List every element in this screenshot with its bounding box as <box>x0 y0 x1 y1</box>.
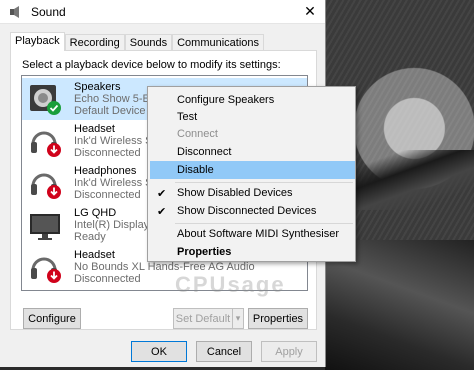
device-name: Headset <box>74 123 115 135</box>
tab-recording[interactable]: Recording <box>64 34 125 51</box>
wallpaper-shape <box>345 150 474 210</box>
device-status: Ready <box>74 231 106 243</box>
speaker-icon <box>8 4 24 20</box>
menu-item-label: Show Disabled Devices <box>177 187 293 199</box>
configure-button[interactable]: Configure <box>23 308 81 329</box>
checkmark-icon: ✔ <box>157 205 167 218</box>
device-name: Headphones <box>74 165 137 177</box>
device-name: Headset <box>74 249 115 261</box>
menu-item-label: Properties <box>177 246 232 258</box>
tab-communications[interactable]: Communications <box>172 34 265 51</box>
device-status: Disconnected <box>74 147 141 159</box>
menu-item-configure-speakers[interactable]: Configure Speakers <box>150 91 355 109</box>
menu-item-label: Test <box>177 111 198 123</box>
cancel-button[interactable]: Cancel <box>196 341 252 362</box>
menu-item-show-disconnected-devices[interactable]: ✔ Show Disconnected Devices <box>150 202 355 220</box>
menu-item-label: Disconnect <box>177 146 232 158</box>
speaker-icon <box>28 82 62 116</box>
tab-sounds[interactable]: Sounds <box>124 34 173 51</box>
chevron-down-icon[interactable]: ▾ <box>232 308 244 329</box>
instruction-text: Select a playback device below to modify… <box>22 59 281 71</box>
device-name: Speakers <box>74 81 121 93</box>
menu-item-label: Configure Speakers <box>177 94 275 106</box>
checkmark-icon: ✔ <box>157 187 167 200</box>
apply-button[interactable]: Apply <box>261 341 317 362</box>
menu-item-label: Connect <box>177 128 218 140</box>
device-status: Disconnected <box>74 189 141 201</box>
menu-item-disable[interactable]: Disable <box>150 161 355 179</box>
close-button[interactable]: ✕ <box>295 0 325 24</box>
menu-item-test[interactable]: Test <box>150 108 355 126</box>
headphones-icon <box>28 166 62 200</box>
ok-button[interactable]: OK <box>131 341 187 362</box>
menu-separator <box>175 182 353 183</box>
menu-item-properties[interactable]: Properties <box>150 243 355 261</box>
menu-item-label: About Software MIDI Synthesiser <box>177 228 340 240</box>
menu-item-about-midi[interactable]: About Software MIDI Synthesiser <box>150 225 355 243</box>
tab-playback[interactable]: Playback <box>10 32 65 51</box>
tab-strip: Playback Recording Sounds Communications <box>10 32 265 51</box>
headset-icon <box>28 124 62 158</box>
device-status: Disconnected <box>74 273 141 285</box>
context-menu: Configure Speakers Test Connect Disconne… <box>147 86 356 262</box>
properties-button[interactable]: Properties <box>248 308 308 329</box>
set-default-button[interactable]: Set Default <box>173 308 233 329</box>
menu-item-label: Disable <box>177 164 214 176</box>
menu-item-connect: Connect <box>150 125 355 143</box>
window-title: Sound <box>31 4 66 19</box>
watermark-logo: CPUsage <box>175 272 286 297</box>
headset-icon <box>28 250 62 284</box>
menu-separator <box>175 223 353 224</box>
menu-item-disconnect[interactable]: Disconnect <box>150 143 355 161</box>
menu-item-label: Show Disconnected Devices <box>177 205 317 217</box>
title-bar: Sound ✕ <box>0 0 325 24</box>
device-status: Default Device <box>74 105 146 117</box>
menu-item-show-disabled-devices[interactable]: ✔ Show Disabled Devices <box>150 184 355 202</box>
monitor-icon <box>28 208 62 242</box>
device-name: LG QHD <box>74 207 117 219</box>
